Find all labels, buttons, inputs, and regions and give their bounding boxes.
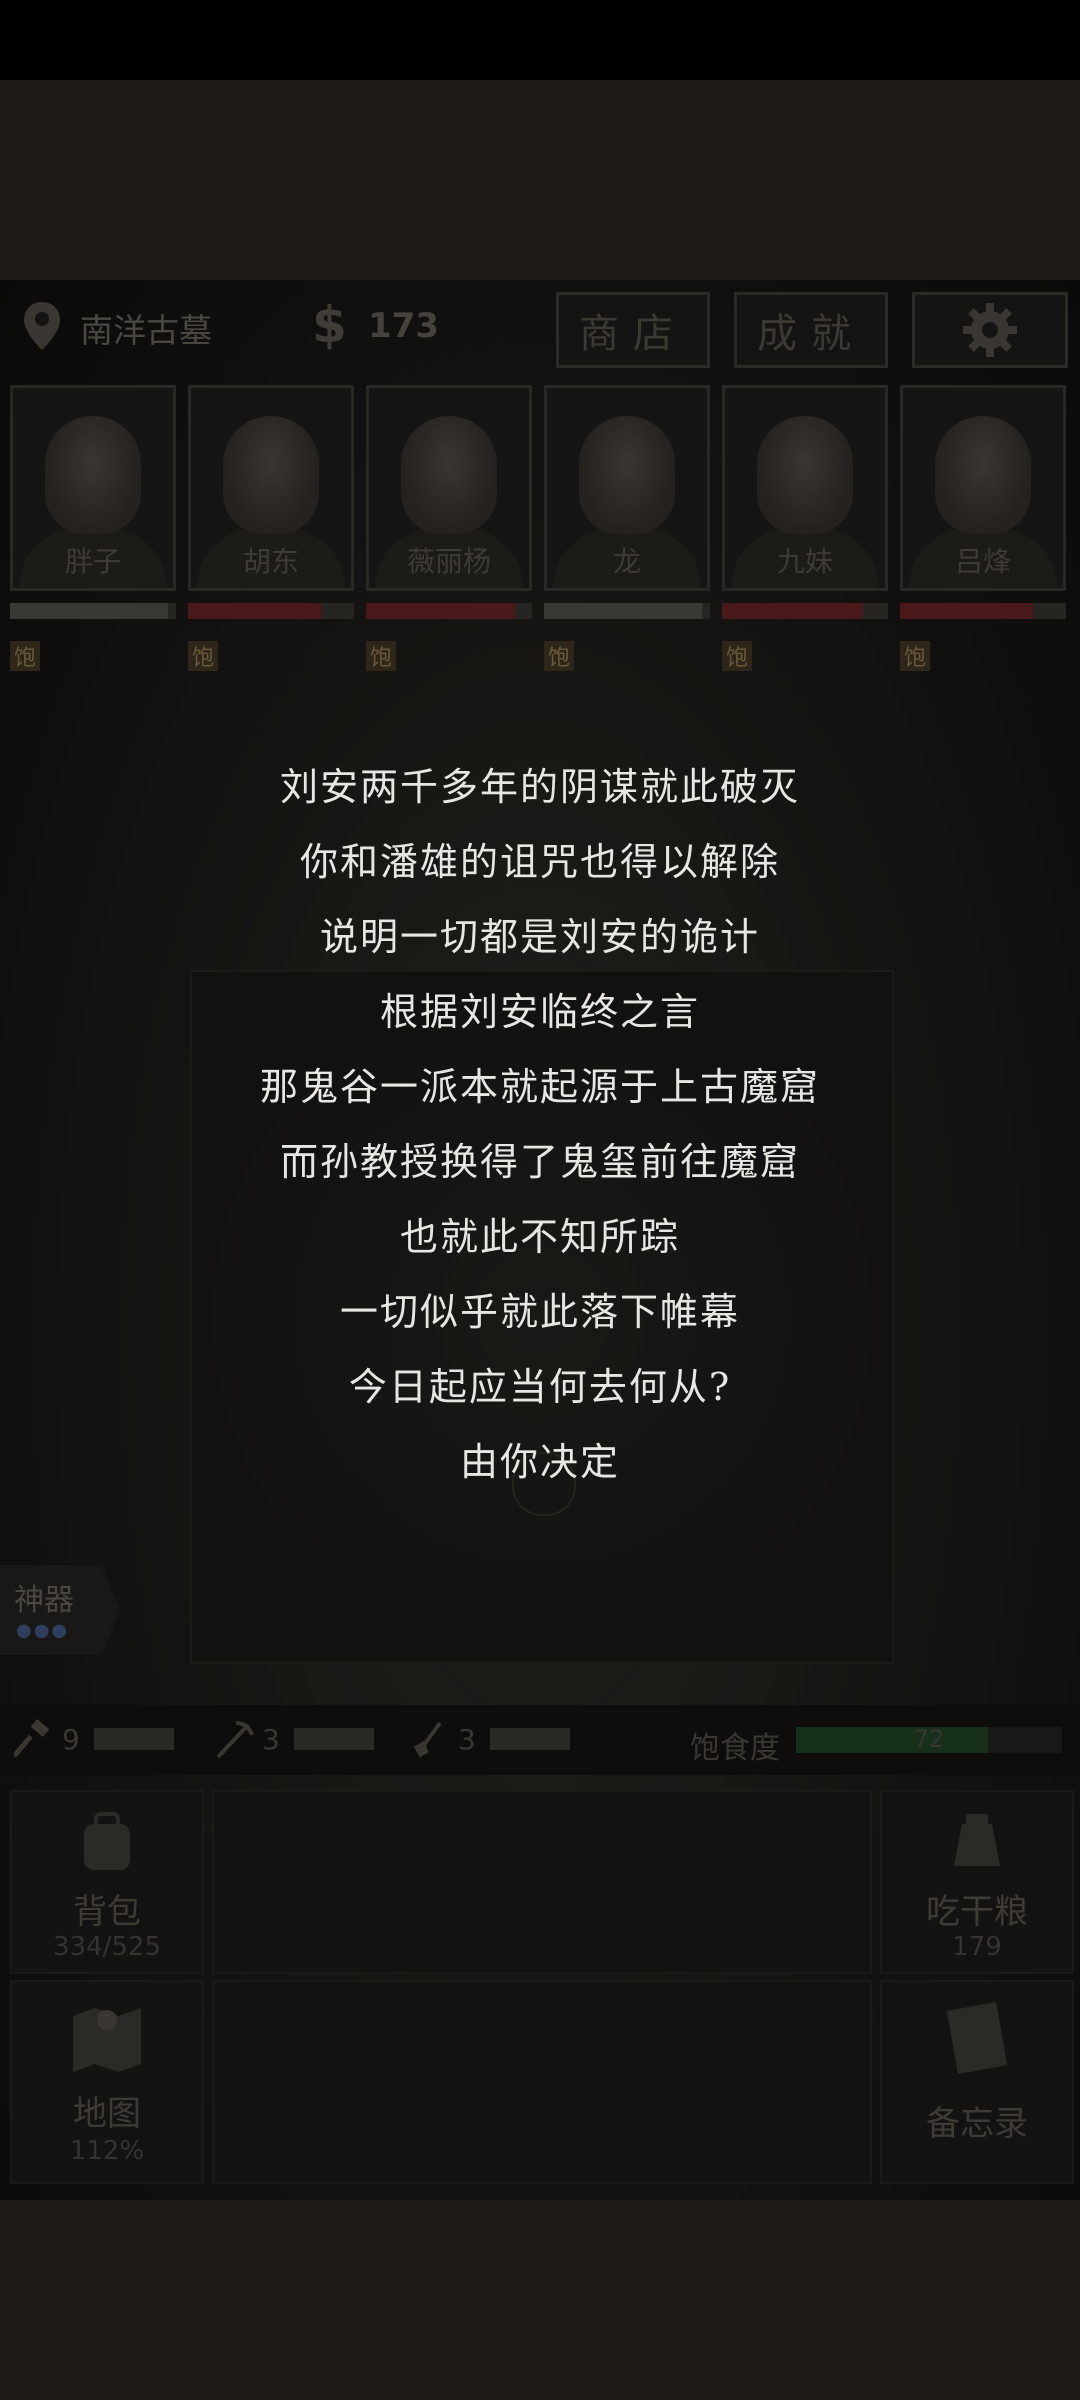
story-line: 刘安两千多年的阴谋就此破灭 (279, 765, 800, 809)
character-card[interactable]: 胖子 饱 (10, 385, 176, 671)
hammer-tool[interactable]: 9 (14, 1719, 174, 1759)
character-name: 胖子 (64, 545, 121, 578)
memo-button[interactable]: 备忘录 (880, 1980, 1074, 2184)
character-portrait: 胖子 (10, 385, 176, 591)
location-pin-icon (24, 302, 60, 350)
artifact-label: 神器 (14, 1583, 74, 1618)
story-line: 而孙教授换得了鬼玺前往魔窟 (279, 1140, 800, 1184)
pickaxe-tool[interactable]: 3 (214, 1719, 374, 1759)
shop-label: 商店 (579, 311, 687, 357)
status-badge: 饱 (544, 641, 574, 671)
hammer-bar (93, 1728, 174, 1750)
food-sack-icon (954, 1814, 1000, 1866)
character-portrait: 龙 (544, 385, 710, 591)
game-header: 南洋古墓 $ 173 商店 成就 (0, 280, 1080, 380)
location-name: 南洋古墓 (80, 311, 212, 350)
artifact-dots: ●●● (16, 1620, 70, 1641)
story-line: 那鬼谷一派本就起源于上古魔窟 (259, 1065, 820, 1109)
character-portrait: 九妹 (722, 385, 888, 591)
character-portrait: 胡东 (188, 385, 354, 591)
map-icon (73, 2008, 141, 2072)
memo-label: 备忘录 (926, 2104, 1028, 2144)
story-line: 你和潘雄的诅咒也得以解除 (299, 840, 780, 884)
money-icon: $ (312, 296, 347, 354)
shovel-count: 3 (458, 1722, 476, 1756)
character-card[interactable]: 龙 饱 (544, 385, 710, 671)
money-amount: 173 (368, 306, 439, 346)
shovel-bar (489, 1728, 570, 1750)
map-progress: 112% (69, 2136, 145, 2166)
story-line: 一切似乎就此落下帷幕 (339, 1290, 740, 1334)
health-bar (544, 603, 710, 619)
tools-bar: 9 3 3 饱食度 72 (0, 1705, 1080, 1775)
health-bar (10, 603, 176, 619)
shovel-tool[interactable]: 3 (410, 1719, 570, 1759)
story-line: 说明一切都是刘安的诡计 (319, 915, 760, 959)
character-card[interactable]: 九妹 饱 (722, 385, 888, 671)
health-bar (900, 603, 1066, 619)
settings-button[interactable] (912, 292, 1068, 368)
map-label: 地图 (73, 2094, 141, 2134)
character-portrait: 吕烽 (900, 385, 1066, 591)
pickaxe-count: 3 (262, 1722, 280, 1756)
character-portrait: 薇丽杨 (366, 385, 532, 591)
character-card[interactable]: 吕烽 饱 (900, 385, 1066, 671)
health-bar (188, 603, 354, 619)
pickaxe-icon (216, 1721, 254, 1759)
shop-button[interactable]: 商店 (556, 292, 710, 368)
story-line: 今日起应当何去何从? (348, 1365, 732, 1409)
character-name: 吕烽 (954, 545, 1011, 578)
status-bar (0, 0, 1080, 80)
memo-icon (946, 2002, 1008, 2074)
status-badge: 饱 (366, 641, 396, 671)
health-bar (722, 603, 888, 619)
satiety-bar: 72 (796, 1725, 1062, 1753)
character-card[interactable]: 薇丽杨 饱 (366, 385, 532, 671)
character-name: 龙 (612, 545, 641, 578)
bottom-band (0, 2200, 1080, 2400)
satiety-label: 饱食度 (690, 1731, 780, 1766)
story-dialog[interactable]: 刘安两千多年的阴谋就此破灭 你和潘雄的诅咒也得以解除 说明一切都是刘安的诡计 根… (0, 750, 1080, 1500)
character-name: 九妹 (776, 545, 833, 578)
status-badge: 饱 (188, 641, 218, 671)
shovel-icon (413, 1721, 442, 1758)
hammer-icon (14, 1719, 50, 1758)
satiety-value: 72 (913, 1725, 945, 1753)
status-badge: 饱 (10, 641, 40, 671)
story-line: 也就此不知所踪 (399, 1215, 680, 1259)
character-name: 胡东 (242, 545, 299, 578)
story-line: 由你决定 (459, 1440, 620, 1484)
pickaxe-bar (293, 1728, 374, 1750)
top-band (0, 80, 1080, 280)
backpack-label: 背包 (73, 1892, 141, 1932)
character-card[interactable]: 胡东 饱 (188, 385, 354, 671)
game-screen: 南洋古墓 $ 173 商店 成就 胖子 饱 胡东 饱 薇丽杨 饱 龙 饱 九妹 … (0, 280, 1080, 2200)
eat-rations-button[interactable]: 吃干粮 179 (880, 1790, 1074, 1974)
status-badge: 饱 (900, 641, 930, 671)
backpack-capacity: 334/525 (52, 1932, 161, 1962)
map-button[interactable]: 地图 112% (10, 1980, 204, 2184)
backpack-button[interactable]: 背包 334/525 (10, 1790, 204, 1974)
dpad-panel[interactable] (212, 1980, 872, 2184)
status-badge: 饱 (722, 641, 752, 671)
hammer-count: 9 (62, 1722, 80, 1756)
health-bar (366, 603, 532, 619)
rations-count: 179 (952, 1932, 1002, 1962)
gear-icon (963, 303, 1017, 357)
center-panel (212, 1790, 872, 1974)
character-name: 薇丽杨 (406, 545, 491, 578)
artifact-tab[interactable]: 神器 ●●● (0, 1565, 120, 1655)
backpack-icon (84, 1812, 130, 1870)
party-panel: 胖子 饱 胡东 饱 薇丽杨 饱 龙 饱 九妹 饱 吕烽 饱 (10, 385, 1080, 685)
story-line: 根据刘安临终之言 (379, 990, 700, 1034)
achievement-label: 成就 (757, 311, 865, 357)
achievement-button[interactable]: 成就 (734, 292, 888, 368)
eat-rations-label: 吃干粮 (926, 1892, 1028, 1932)
